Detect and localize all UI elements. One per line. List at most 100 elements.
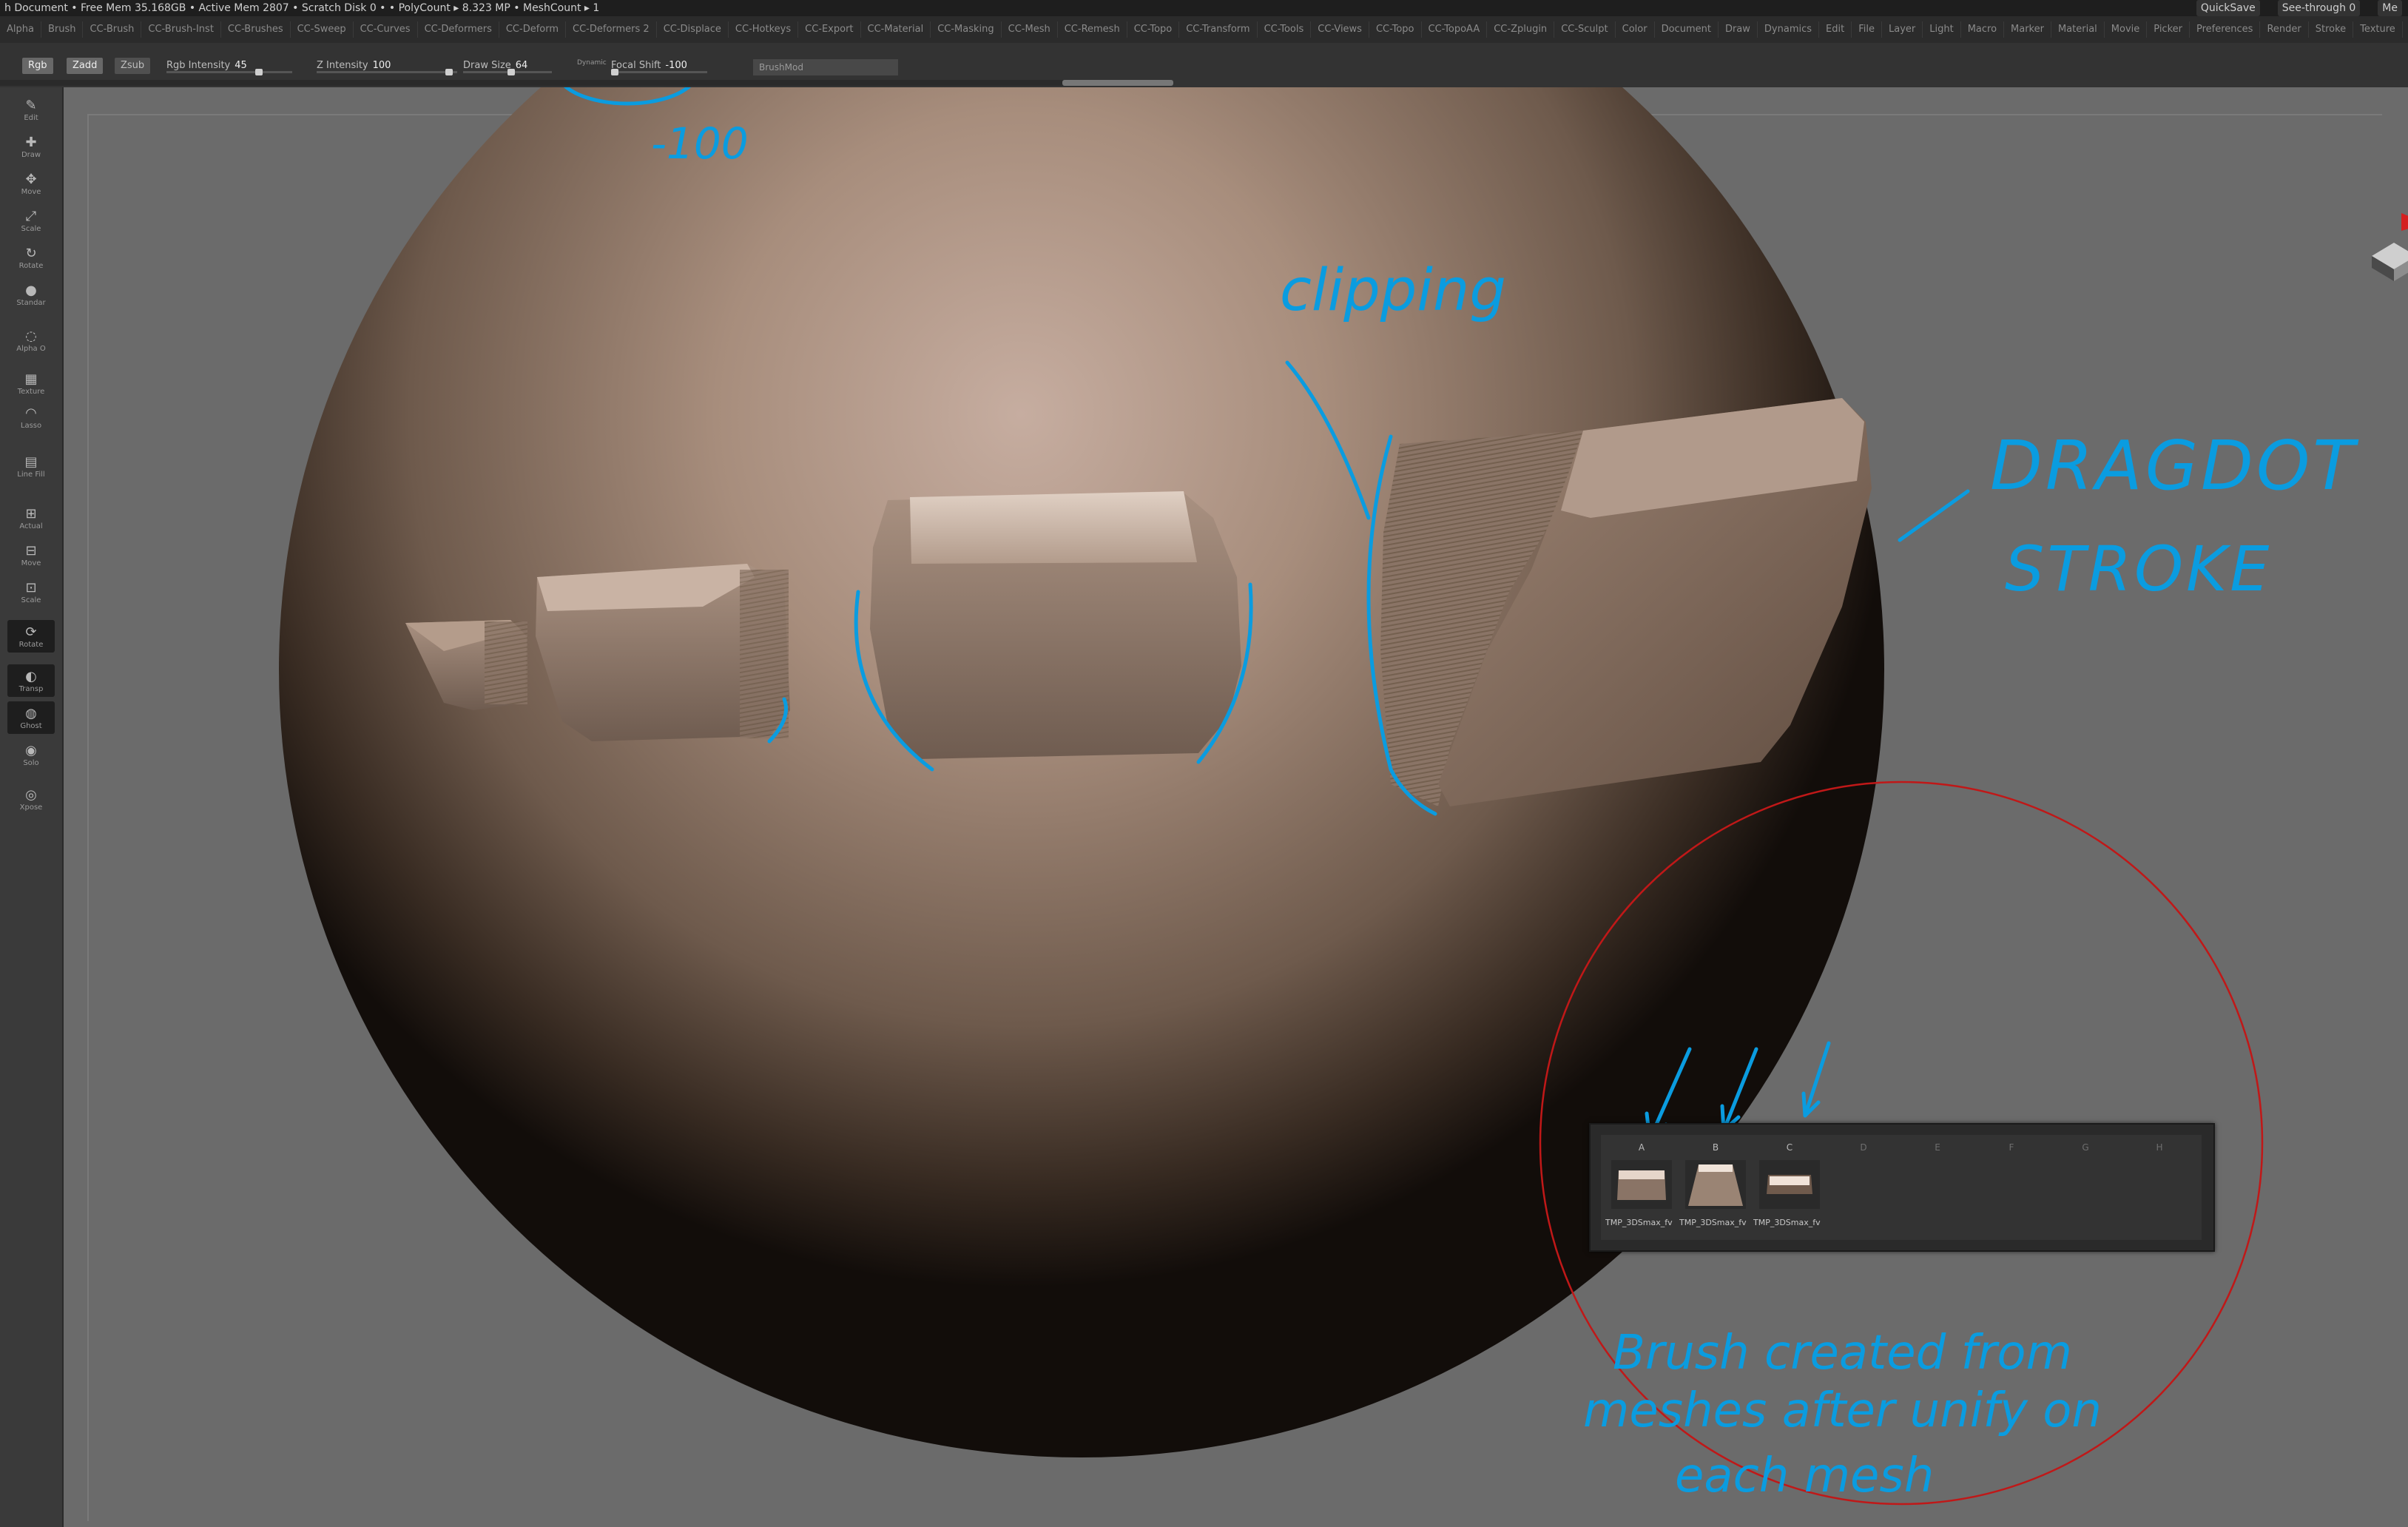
shelf-slot-letter: C bbox=[1786, 1142, 1793, 1153]
texture-icon: ▦ bbox=[24, 371, 38, 387]
tool-label: Alpha O bbox=[16, 344, 46, 353]
menu-item[interactable]: CC-Displace bbox=[657, 21, 729, 38]
toolbar-scroll[interactable] bbox=[0, 80, 1173, 86]
menu-item[interactable]: Alpha bbox=[0, 21, 41, 38]
menu-item[interactable]: CC-Deform bbox=[499, 21, 567, 38]
alpha-icon: ◌ bbox=[25, 328, 37, 344]
menu-item[interactable]: Brush bbox=[41, 21, 84, 38]
tool-line-fill[interactable]: ▤ Line Fill bbox=[7, 450, 55, 482]
z-intensity-knob[interactable] bbox=[445, 69, 453, 75]
tool-standard-brush[interactable]: ● Standar bbox=[7, 278, 55, 311]
menu-item[interactable]: Picker bbox=[2147, 21, 2190, 38]
menu-item[interactable]: Layer bbox=[1882, 21, 1923, 38]
menu-item[interactable]: Light bbox=[1923, 21, 1961, 38]
menu-item[interactable]: CC-Brushes bbox=[221, 21, 291, 38]
menu-item[interactable]: CC-Brush bbox=[83, 21, 142, 38]
focal-shift-label: Focal Shift bbox=[611, 60, 661, 71]
clipping-annotation: clipping bbox=[1280, 257, 1506, 324]
menu-item[interactable]: CC-Material bbox=[861, 21, 931, 38]
zadd-button[interactable]: Zadd bbox=[67, 58, 104, 74]
rgb-intensity-knob[interactable] bbox=[255, 69, 263, 75]
shelf-slot-letter: E bbox=[1935, 1142, 1940, 1153]
menu-item[interactable]: Preferences bbox=[2190, 21, 2261, 38]
menu-item[interactable]: CC-Remesh bbox=[1058, 21, 1127, 38]
shelf-brush-thumbnail[interactable] bbox=[1759, 1160, 1820, 1209]
menu-item[interactable]: CC-Topo bbox=[1369, 21, 1422, 38]
navigation-gizmo[interactable] bbox=[2350, 198, 2408, 287]
menu-item[interactable]: File bbox=[1852, 21, 1882, 38]
tool-transp[interactable]: ◐ Transp bbox=[7, 664, 55, 697]
tool-scale-view[interactable]: ⊡ Scale bbox=[7, 576, 55, 608]
edit-icon: ✎ bbox=[25, 98, 37, 113]
tool-xpose[interactable]: ◎ Xpose bbox=[7, 783, 55, 815]
menu-item[interactable]: Document bbox=[1655, 21, 1719, 38]
draw-size-knob[interactable] bbox=[507, 69, 515, 75]
menu-item[interactable]: CC-Sweep bbox=[291, 21, 354, 38]
menus-button[interactable]: Me bbox=[2378, 0, 2402, 16]
menu-item[interactable]: CC-Zplugin bbox=[1487, 21, 1555, 38]
tool-label: Rotate bbox=[18, 261, 44, 270]
menu-item[interactable]: CC-Topo bbox=[1127, 21, 1180, 38]
tool-draw[interactable]: ✚ Draw bbox=[7, 130, 55, 163]
menu-item[interactable]: Color bbox=[1616, 21, 1655, 38]
menu-item[interactable]: Movie bbox=[2105, 21, 2148, 38]
rgb-button[interactable]: Rgb bbox=[22, 58, 53, 74]
tool-rotate[interactable]: ↻ Rotate bbox=[7, 241, 55, 274]
menu-item[interactable]: CC-Deformers 2 bbox=[566, 21, 657, 38]
menu-item[interactable]: CC-Brush-Inst bbox=[141, 21, 221, 38]
menu-item[interactable]: Render bbox=[2260, 21, 2309, 38]
menu-item[interactable]: CC-Sculpt bbox=[1554, 21, 1616, 38]
tool-rotate-view[interactable]: ⟳ Rotate bbox=[7, 620, 55, 653]
dynamic-toggle[interactable]: Dynamic bbox=[577, 55, 607, 71]
tool-label: Draw bbox=[21, 150, 41, 159]
tool-solo[interactable]: ◉ Solo bbox=[7, 738, 55, 771]
rgb-intensity-label: Rgb Intensity bbox=[166, 60, 231, 71]
menu-item[interactable]: Dynamics bbox=[1758, 21, 1820, 38]
menu-item[interactable]: Texture bbox=[2353, 21, 2403, 38]
quicksave-button[interactable]: QuickSave bbox=[2196, 0, 2260, 16]
rgb-intensity-value: 45 bbox=[235, 60, 247, 71]
tool-edit[interactable]: ✎ Edit bbox=[7, 93, 55, 126]
menu-item[interactable]: CC-Curves bbox=[354, 21, 418, 38]
dragdot-pointer-line bbox=[1898, 489, 1970, 542]
shelf-brush-thumbnail[interactable] bbox=[1611, 1160, 1672, 1209]
line-fill-icon: ▤ bbox=[24, 454, 38, 470]
focal-shift-knob[interactable] bbox=[611, 69, 618, 75]
shelf-brush-name: TMP_3DSmax_fv bbox=[1605, 1218, 1673, 1227]
tool-floor[interactable]: ⊟ Move bbox=[7, 539, 55, 571]
tool-move[interactable]: ✥ Move bbox=[7, 167, 55, 200]
z-intensity-label: Z Intensity bbox=[317, 60, 368, 71]
tool-texture[interactable]: ▦ Texture bbox=[7, 367, 55, 400]
menu-item[interactable]: Edit bbox=[1819, 21, 1852, 38]
menu-item[interactable]: CC-Masking bbox=[931, 21, 1002, 38]
menu-item[interactable]: CC-Tools bbox=[1258, 21, 1312, 38]
menu-item[interactable]: CC-Transform bbox=[1179, 21, 1258, 38]
menu-item[interactable]: CC-Mesh bbox=[1002, 21, 1058, 38]
menu-item[interactable]: Draw bbox=[1719, 21, 1758, 38]
menu-item[interactable]: Stroke bbox=[2309, 21, 2354, 38]
toolbar-scroll-thumb[interactable] bbox=[1062, 80, 1173, 86]
shelf-brush-thumbnail[interactable] bbox=[1685, 1160, 1746, 1209]
see-through-slider[interactable]: See-through 0 bbox=[2277, 0, 2361, 16]
tool-label: Scale bbox=[21, 224, 41, 233]
menu-item[interactable]: CC-Export bbox=[798, 21, 861, 38]
tool-scale[interactable]: ⤢ Scale bbox=[7, 204, 55, 237]
scene-3d[interactable] bbox=[64, 87, 2408, 1527]
brushmod-slider[interactable]: BrushMod bbox=[753, 59, 898, 75]
tool-actual[interactable]: ⊞ Actual bbox=[7, 502, 55, 534]
tool-label: Transp bbox=[18, 684, 44, 693]
tool-lasso[interactable]: ◠ Lasso bbox=[7, 401, 55, 434]
menu-item[interactable]: Tool bbox=[2403, 21, 2408, 38]
menu-item[interactable]: CC-Deformers bbox=[418, 21, 499, 38]
tool-alpha[interactable]: ◌ Alpha O bbox=[7, 324, 55, 357]
viewport-canvas[interactable]: A TMP_3DSmax_fv B TMP_3DSmax_fv C TMP_3DSmax_… bbox=[64, 87, 2408, 1527]
zsub-button[interactable]: Zsub bbox=[115, 58, 151, 74]
shelf-slot-letter: D bbox=[1860, 1142, 1867, 1153]
menu-item[interactable]: Macro bbox=[1961, 21, 2005, 38]
tool-ghost[interactable]: ◍ Ghost bbox=[7, 701, 55, 734]
menu-item[interactable]: CC-Views bbox=[1311, 21, 1369, 38]
menu-item[interactable]: CC-Hotkeys bbox=[729, 21, 799, 38]
menu-item[interactable]: CC-TopoAA bbox=[1422, 21, 1488, 38]
menu-item[interactable]: Marker bbox=[2004, 21, 2051, 38]
menu-item[interactable]: Material bbox=[2051, 21, 2105, 38]
